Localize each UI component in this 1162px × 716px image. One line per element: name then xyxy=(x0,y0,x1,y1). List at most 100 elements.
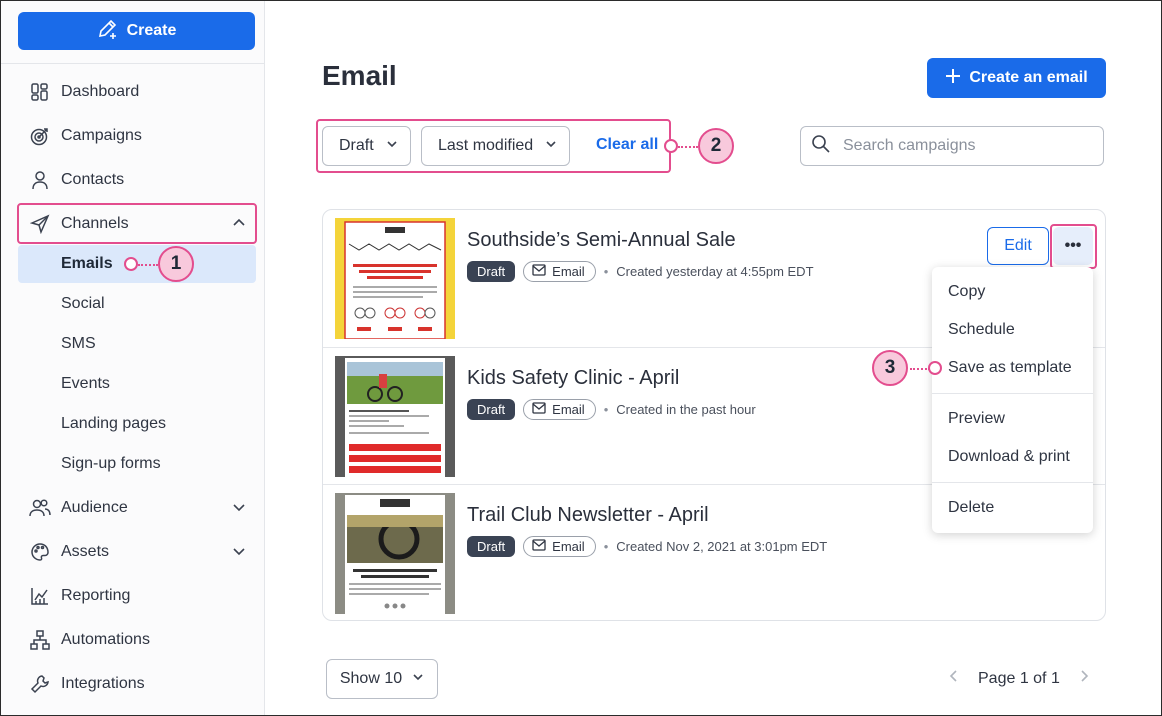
sidebar-item-reporting[interactable]: Reporting xyxy=(18,577,256,615)
sidebar-item-events[interactable]: Events xyxy=(18,365,256,403)
callout-ring xyxy=(664,139,678,153)
created-text: Created yesterday at 4:55pm EDT xyxy=(616,264,814,279)
sidebar-item-assets[interactable]: Assets xyxy=(18,533,256,571)
menu-divider xyxy=(932,482,1093,483)
page-title: Email xyxy=(322,60,397,91)
chevron-down-icon xyxy=(232,500,246,519)
edit-button[interactable]: Edit xyxy=(987,227,1049,265)
status-badge: Draft xyxy=(467,536,516,557)
person-icon xyxy=(28,168,52,192)
email-meta: Draft Email • Created Nov 2, 2021 at 3:0… xyxy=(467,536,827,557)
callout-highlight-more-button xyxy=(1050,224,1097,269)
menu-item-preview[interactable]: Preview xyxy=(948,410,1005,428)
sidebar-item-label: Automations xyxy=(61,631,150,648)
sidebar-item-label: Events xyxy=(61,375,110,392)
callout-highlight-filters xyxy=(316,119,671,173)
create-button-label: Create xyxy=(126,22,177,39)
created-text: Created Nov 2, 2021 at 3:01pm EDT xyxy=(616,539,828,554)
status-badge: Draft xyxy=(467,399,516,420)
sidebar-item-campaigns[interactable]: Campaigns xyxy=(18,117,256,155)
sidebar-divider xyxy=(0,63,264,64)
menu-item-save-as-template[interactable]: Save as template xyxy=(948,359,1072,377)
people-icon xyxy=(28,496,52,520)
palette-icon xyxy=(28,540,52,564)
search-icon xyxy=(811,134,831,159)
email-title[interactable]: Kids Safety Clinic - April xyxy=(467,367,679,390)
sidebar-item-dashboard[interactable]: Dashboard xyxy=(18,73,256,111)
sidebar-item-label: Integrations xyxy=(61,675,145,692)
callout-ring xyxy=(124,257,138,271)
email-meta: Draft Email • Created in the past hour xyxy=(467,399,756,420)
sidebar-item-label: Campaigns xyxy=(61,127,142,144)
callout-highlight-channels xyxy=(17,203,257,244)
chevron-down-icon xyxy=(232,544,246,563)
chart-icon xyxy=(28,584,52,608)
callout-ring xyxy=(928,361,942,375)
create-email-label: Create an email xyxy=(969,69,1088,86)
sidebar-item-landing-pages[interactable]: Landing pages xyxy=(18,405,256,443)
email-thumbnail xyxy=(335,356,455,477)
more-actions-menu: Copy Schedule Save as template Preview D… xyxy=(932,267,1093,533)
callout-badge-3: 3 xyxy=(872,350,908,386)
sidebar-item-contacts[interactable]: Contacts xyxy=(18,161,256,199)
email-title[interactable]: Southside’s Semi-Annual Sale xyxy=(467,229,736,252)
email-title[interactable]: Trail Club Newsletter - April xyxy=(467,504,709,527)
page-indicator: Page 1 of 1 xyxy=(978,669,1060,687)
callout-connector xyxy=(138,264,158,266)
dashboard-icon xyxy=(28,80,52,104)
type-chip: Email xyxy=(523,261,596,282)
sidebar-item-label: Emails xyxy=(61,255,113,272)
sidebar-item-label: Assets xyxy=(61,543,110,560)
wrench-icon xyxy=(28,672,52,696)
envelope-icon xyxy=(532,539,546,554)
callout-connector xyxy=(910,368,930,370)
create-button[interactable]: Create xyxy=(18,12,255,50)
plus-icon xyxy=(945,68,961,89)
type-chip: Email xyxy=(523,399,596,420)
sidebar-item-label: Audience xyxy=(61,499,128,516)
bullet-separator: • xyxy=(603,264,609,279)
target-icon xyxy=(28,124,52,148)
page-size-label: Show 10 xyxy=(339,670,403,687)
chevron-left-icon[interactable] xyxy=(948,669,958,688)
email-thumbnail xyxy=(335,218,455,339)
menu-item-download-print[interactable]: Download & print xyxy=(948,448,1070,466)
sidebar-item-label: Landing pages xyxy=(61,415,166,432)
callout-connector xyxy=(678,146,698,148)
sidebar-item-sms[interactable]: SMS xyxy=(18,325,256,363)
type-chip-label: Email xyxy=(552,264,585,279)
sidebar: Create Dashboard Campaigns Contacts Chan… xyxy=(0,0,265,716)
sidebar-item-sign-up-forms[interactable]: Sign-up forms xyxy=(18,445,256,483)
sidebar-item-label: Dashboard xyxy=(61,83,140,100)
callout-badge-2: 2 xyxy=(698,128,734,164)
status-badge: Draft xyxy=(467,261,516,282)
email-thumbnail xyxy=(335,493,455,614)
create-email-button[interactable]: Create an email xyxy=(927,58,1106,98)
chevron-right-icon[interactable] xyxy=(1080,669,1090,688)
sidebar-item-automations[interactable]: Automations xyxy=(18,621,256,659)
envelope-icon xyxy=(532,402,546,417)
type-chip-label: Email xyxy=(552,539,585,554)
search-box[interactable] xyxy=(800,126,1104,166)
page-size-dropdown[interactable]: Show 10 xyxy=(326,659,438,699)
bullet-separator: • xyxy=(603,402,609,417)
pagination: Page 1 of 1 xyxy=(948,669,1090,688)
menu-divider xyxy=(932,393,1093,394)
email-meta: Draft Email • Created yesterday at 4:55p… xyxy=(467,261,814,282)
bullet-separator: • xyxy=(603,539,609,554)
menu-item-schedule[interactable]: Schedule xyxy=(948,321,1015,339)
search-input[interactable] xyxy=(841,136,1091,156)
chevron-down-icon xyxy=(412,670,424,688)
sidebar-item-label: Reporting xyxy=(61,587,131,604)
created-text: Created in the past hour xyxy=(616,402,756,417)
menu-item-copy[interactable]: Copy xyxy=(948,283,985,301)
menu-item-delete[interactable]: Delete xyxy=(948,499,994,517)
sidebar-item-audience[interactable]: Audience xyxy=(18,489,256,527)
sidebar-item-label: Sign-up forms xyxy=(61,455,161,472)
sidebar-item-integrations[interactable]: Integrations xyxy=(18,665,256,703)
sidebar-item-label: Social xyxy=(61,295,105,312)
envelope-icon xyxy=(532,264,546,279)
sidebar-item-social[interactable]: Social xyxy=(18,285,256,323)
flow-icon xyxy=(28,628,52,652)
sidebar-item-label: SMS xyxy=(61,335,96,352)
